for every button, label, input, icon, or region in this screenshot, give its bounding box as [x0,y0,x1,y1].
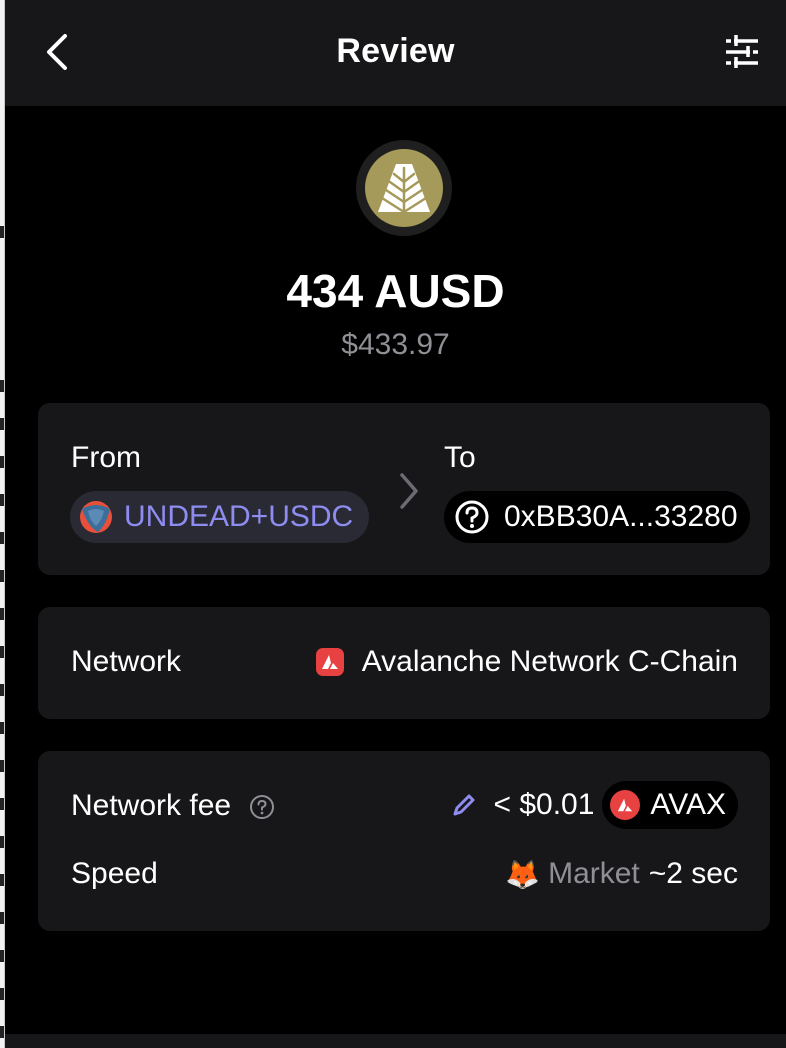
background-text-fragment [0,836,4,848]
background-text-fragment [0,684,4,696]
speed-time: ~2 sec [648,857,738,890]
background-text-fragment [0,226,4,238]
speed-selector[interactable]: 🦊 Market ~2 sec [505,857,738,891]
network-card: Network Avalanche Network C-Chain [38,607,770,719]
avax-coin-icon [610,790,641,820]
fee-currency: AVAX [650,788,726,821]
speed-mode: Market [548,857,640,890]
edit-pencil-icon[interactable] [449,790,479,820]
background-text-fragment [0,950,4,962]
to-address-label: 0xBB30A...33280 [504,500,738,533]
fox-icon: 🦊 [505,858,541,890]
ausd-token-icon [356,140,452,236]
chevron-right-icon [400,473,418,509]
fee-amount: < $0.01 [493,788,595,821]
network-label: Network [71,645,182,678]
network-fee-value: < $0.01 AVAX [449,781,738,829]
background-text-fragment [0,722,4,734]
background-text-fragment [0,988,4,1000]
background-text-fragment [0,456,4,468]
background-text-fragment [0,760,4,772]
swap-amount: 434 AUSD [286,265,505,317]
background-text-fragment [0,418,4,430]
background-text-fragment [0,570,4,582]
background-text-fragment [0,798,4,810]
fee-currency-pill: AVAX [602,781,738,829]
question-circle-icon [455,500,489,534]
background-text-fragment [0,646,4,658]
from-token-label: UNDEAD+USDC [124,500,354,533]
to-address-pill[interactable]: 0xBB30A...33280 [444,491,750,543]
token-logo [365,149,443,227]
speed-label: Speed [71,857,158,890]
background-text-fragment [0,874,4,886]
from-token-pill[interactable]: UNDEAD+USDC [70,491,370,543]
network-fee-label: Network fee [71,789,232,822]
background-text-fragment [0,1026,4,1038]
from-label: From [71,441,141,474]
fee-card: Network fee < $0.01 AVAX Speed 🦊 Market … [38,751,770,931]
route-card: From UNDEAD+USDC To 0xBB30A...33280 [38,403,770,575]
help-circle-icon[interactable] [249,794,275,820]
review-screen: Review 434 AUSD $433.97 From UNDEAD+USDC… [0,0,786,1048]
header-bar: Review [5,0,786,106]
avalanche-icon [315,648,344,676]
background-text-fragment [0,494,4,506]
page-title: Review [336,32,455,70]
ausd-logo-icon [378,164,430,214]
undead-usdc-token-icon [80,501,112,533]
settings-button[interactable] [722,32,762,72]
sliders-icon [726,35,758,68]
background-text-fragment [0,380,4,392]
network-name: Avalanche Network C-Chain [361,645,738,678]
background-text-fragment [0,608,4,620]
bottom-bar [5,1034,786,1048]
to-label: To [444,441,476,474]
swap-usd-value: $433.97 [341,328,450,361]
background-text-fragment [0,912,4,924]
background-text-fragment [0,532,4,544]
network-value: Avalanche Network C-Chain [315,645,738,679]
network-fee-label-row: Network fee [71,789,275,823]
review-panel: Review 434 AUSD $433.97 From UNDEAD+USDC… [5,0,786,1048]
